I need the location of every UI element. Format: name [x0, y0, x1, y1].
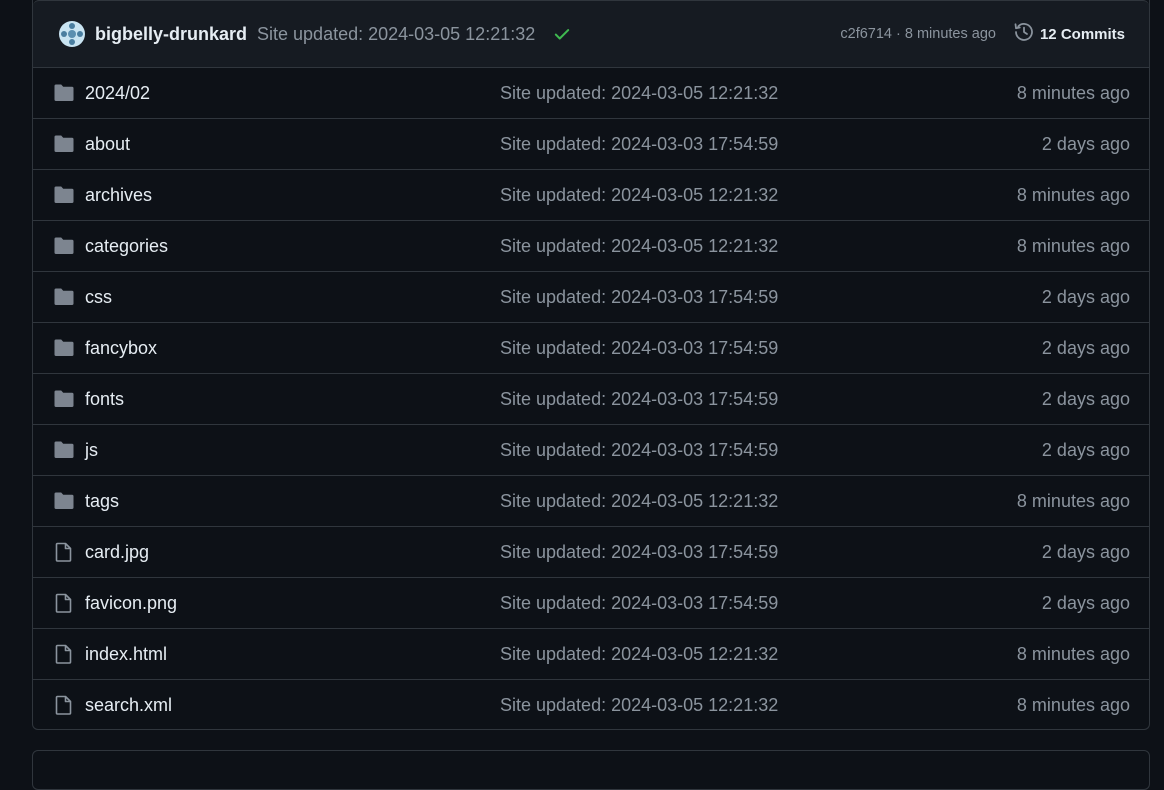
readme-box [32, 750, 1150, 790]
file-name-link[interactable]: 2024/02 [85, 83, 150, 104]
commit-age: 2 days ago [1041, 541, 1130, 562]
commit-sha-time[interactable]: c2f6714 · 8 minutes ago [840, 26, 996, 42]
commit-message-link[interactable]: Site updated: 2024-03-05 12:21:32 [500, 83, 778, 104]
folder-icon [53, 133, 75, 155]
commit-age: 8 minutes ago [1016, 643, 1130, 664]
file-row[interactable]: favicon.png Site updated: 2024-03-03 17:5… [33, 578, 1149, 629]
folder-icon [53, 235, 75, 257]
latest-commit-bar: bigbelly-drunkard Site updated: 2024-03-… [33, 0, 1149, 68]
folder-icon [53, 286, 75, 308]
file-row[interactable]: card.jpg Site updated: 2024-03-03 17:54:5… [33, 527, 1149, 578]
commit-age: 2 days ago [1041, 133, 1130, 154]
file-row[interactable]: archives Site updated: 2024-03-05 12:21:3… [33, 170, 1149, 221]
commit-age: 2 days ago [1041, 388, 1130, 409]
file-name-link[interactable]: fonts [85, 389, 124, 410]
file-row[interactable]: fonts Site updated: 2024-03-03 17:54:59 2 … [33, 374, 1149, 425]
folder-icon [53, 439, 75, 461]
file-row[interactable]: index.html Site updated: 2024-03-05 12:21… [33, 629, 1149, 680]
file-name-link[interactable]: search.xml [85, 695, 172, 716]
commit-message-link[interactable]: Site updated: 2024-03-03 17:54:59 [500, 134, 778, 155]
file-icon [53, 592, 75, 614]
folder-icon [53, 82, 75, 104]
check-icon[interactable] [553, 25, 571, 43]
file-name-link[interactable]: fancybox [85, 338, 157, 359]
commit-message-link[interactable]: Site updated: 2024-03-03 17:54:59 [500, 389, 778, 410]
file-name-link[interactable]: archives [85, 185, 152, 206]
commit-age: 2 days ago [1041, 337, 1130, 358]
file-row[interactable]: tags Site updated: 2024-03-05 12:21:32 8 m… [33, 476, 1149, 527]
commit-age: 2 days ago [1041, 592, 1130, 613]
file-name-link[interactable]: favicon.png [85, 593, 177, 614]
file-name-link[interactable]: categories [85, 236, 168, 257]
commit-age: 2 days ago [1041, 286, 1130, 307]
file-row[interactable]: search.xml Site updated: 2024-03-05 12:21… [33, 680, 1149, 731]
history-icon [1014, 22, 1040, 46]
file-row[interactable]: 2024/02 Site updated: 2024-03-05 12:21:32… [33, 68, 1149, 119]
commit-message-link[interactable]: Site updated: 2024-03-05 12:21:32 [500, 644, 778, 665]
commit-age: 2 days ago [1041, 439, 1130, 460]
file-name-link[interactable]: js [85, 440, 98, 461]
file-name-link[interactable]: about [85, 134, 130, 155]
file-icon [53, 541, 75, 563]
commit-message-link[interactable]: Site updated: 2024-03-03 17:54:59 [500, 440, 778, 461]
file-name-link[interactable]: card.jpg [85, 542, 149, 563]
commit-age: 8 minutes ago [1016, 235, 1130, 256]
commit-message-link[interactable]: Site updated: 2024-03-03 17:54:59 [500, 287, 778, 308]
folder-icon [53, 184, 75, 206]
commit-message-link[interactable]: Site updated: 2024-03-05 12:21:32 [500, 695, 778, 716]
commit-message-link[interactable]: Site updated: 2024-03-05 12:21:32 [500, 236, 778, 257]
commits-count-label: 12 Commits [1039, 25, 1125, 43]
file-name-link[interactable]: index.html [85, 644, 167, 665]
commit-author[interactable]: bigbelly-drunkard [95, 24, 247, 45]
folder-icon [53, 337, 75, 359]
commit-message-link[interactable]: Site updated: 2024-03-03 17:54:59 [500, 542, 778, 563]
folder-icon [53, 388, 75, 410]
file-row[interactable]: categories Site updated: 2024-03-05 12:21… [33, 221, 1149, 272]
commit-message[interactable]: Site updated: 2024-03-05 12:21:32 [257, 24, 535, 45]
commit-message-link[interactable]: Site updated: 2024-03-03 17:54:59 [500, 593, 778, 614]
commit-message-link[interactable]: Site updated: 2024-03-05 12:21:32 [500, 491, 778, 512]
commits-button[interactable]: 12 Commits [1014, 22, 1125, 46]
file-row[interactable]: css Site updated: 2024-03-03 17:54:59 2 da… [33, 272, 1149, 323]
file-browser: bigbelly-drunkard Site updated: 2024-03-… [32, 0, 1150, 730]
file-name-link[interactable]: tags [85, 491, 119, 512]
commit-age: 8 minutes ago [1016, 82, 1130, 103]
commit-message-link[interactable]: Site updated: 2024-03-05 12:21:32 [500, 185, 778, 206]
file-row[interactable]: js Site updated: 2024-03-03 17:54:59 2 day… [33, 425, 1149, 476]
file-row[interactable]: about Site updated: 2024-03-03 17:54:59 2 … [33, 119, 1149, 170]
commit-age: 8 minutes ago [1016, 490, 1130, 511]
commit-age: 8 minutes ago [1016, 184, 1130, 205]
avatar-icon[interactable] [59, 21, 85, 47]
file-icon [53, 694, 75, 716]
file-icon [53, 643, 75, 665]
folder-icon [53, 490, 75, 512]
file-name-link[interactable]: css [85, 287, 112, 308]
file-row[interactable]: fancybox Site updated: 2024-03-03 17:54:5… [33, 323, 1149, 374]
file-list: 2024/02 Site updated: 2024-03-05 12:21:32… [33, 68, 1149, 731]
commit-age: 8 minutes ago [1016, 695, 1130, 715]
commit-message-link[interactable]: Site updated: 2024-03-03 17:54:59 [500, 338, 778, 359]
